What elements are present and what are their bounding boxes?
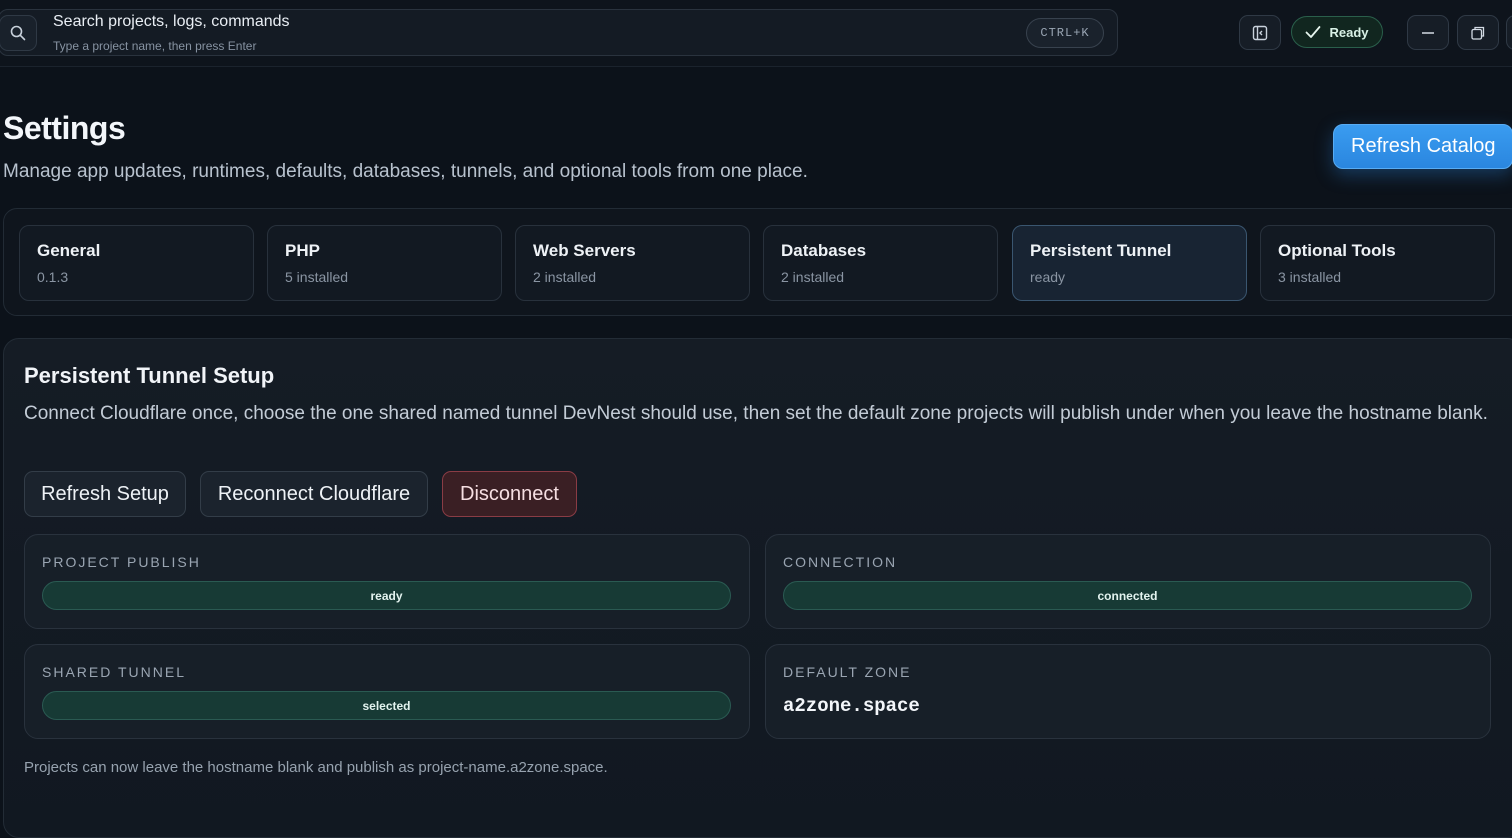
default-zone-card: DEFAULT ZONE a2zone.space [765,644,1491,739]
default-zone-value: a2zone.space [783,695,920,717]
minimize-icon [1422,31,1434,34]
project-publish-card: PROJECT PUBLISH ready [24,534,750,629]
restore-icon [1471,26,1485,40]
shared-tunnel-card: SHARED TUNNEL selected [24,644,750,739]
publish-footnote: Projects can now leave the hostname blan… [24,759,608,776]
close-button[interactable] [1506,15,1512,50]
maximize-button[interactable] [1457,15,1499,50]
sidebar-icon [1252,25,1268,40]
refresh-setup-button[interactable]: Refresh Setup [24,471,186,517]
page-title: Settings [3,110,126,146]
tab-general[interactable]: General 0.1.3 [19,225,254,301]
tab-php[interactable]: PHP 5 installed [267,225,502,301]
card-label: PROJECT PUBLISH [42,554,201,570]
status-badge: connected [783,581,1472,610]
check-icon [1306,26,1321,38]
tab-subtitle: ready [1030,269,1066,285]
top-bar: Search projects, logs, commands Type a p… [0,0,1512,67]
search-icon[interactable] [0,15,37,51]
search-hint: Type a project name, then press Enter [53,39,257,53]
settings-tabs: General 0.1.3 PHP 5 installed Web Server… [3,208,1512,316]
card-label: CONNECTION [783,554,898,570]
tab-title: PHP [285,241,320,260]
panel-description: Connect Cloudflare once, choose the one … [24,403,1488,424]
tab-title: Optional Tools [1278,241,1396,260]
tab-subtitle: 2 installed [781,269,845,285]
card-label: SHARED TUNNEL [42,664,186,680]
connection-card: CONNECTION connected [765,534,1491,629]
tab-subtitle: 0.1.3 [37,269,69,285]
panel-title: Persistent Tunnel Setup [24,363,275,388]
tab-databases[interactable]: Databases 2 installed [763,225,998,301]
tab-title: Web Servers [533,241,636,260]
tab-title: General [37,241,101,260]
tab-title: Persistent Tunnel [1030,241,1172,260]
status-badge: ready [42,581,731,610]
tab-persistent-tunnel[interactable]: Persistent Tunnel ready [1012,225,1247,301]
tab-subtitle: 2 installed [533,269,597,285]
shortcut-badge: CTRL+K [1026,18,1104,48]
reconnect-cloudflare-button[interactable]: Reconnect Cloudflare [200,471,428,517]
disconnect-button[interactable]: Disconnect [442,471,577,517]
page-subtitle: Manage app updates, runtimes, defaults, … [3,161,808,182]
toggle-sidebar-button[interactable] [1239,15,1281,50]
tab-web-servers[interactable]: Web Servers 2 installed [515,225,750,301]
tab-optional-tools[interactable]: Optional Tools 3 installed [1260,225,1495,301]
tunnel-setup-panel: Persistent Tunnel Setup Connect Cloudfla… [3,338,1512,838]
tab-title: Databases [781,241,867,260]
tab-subtitle: 3 installed [1278,269,1342,285]
status-label: Ready [1329,24,1369,40]
tab-subtitle: 5 installed [285,269,349,285]
status-badge: selected [42,691,731,720]
minimize-button[interactable] [1407,15,1449,50]
card-label: DEFAULT ZONE [783,664,912,680]
refresh-catalog-button[interactable]: Refresh Catalog [1333,124,1512,169]
status-badge: Ready [1291,16,1383,48]
search-title: Search projects, logs, commands [53,13,290,30]
command-search[interactable]: Search projects, logs, commands Type a p… [0,9,1118,56]
